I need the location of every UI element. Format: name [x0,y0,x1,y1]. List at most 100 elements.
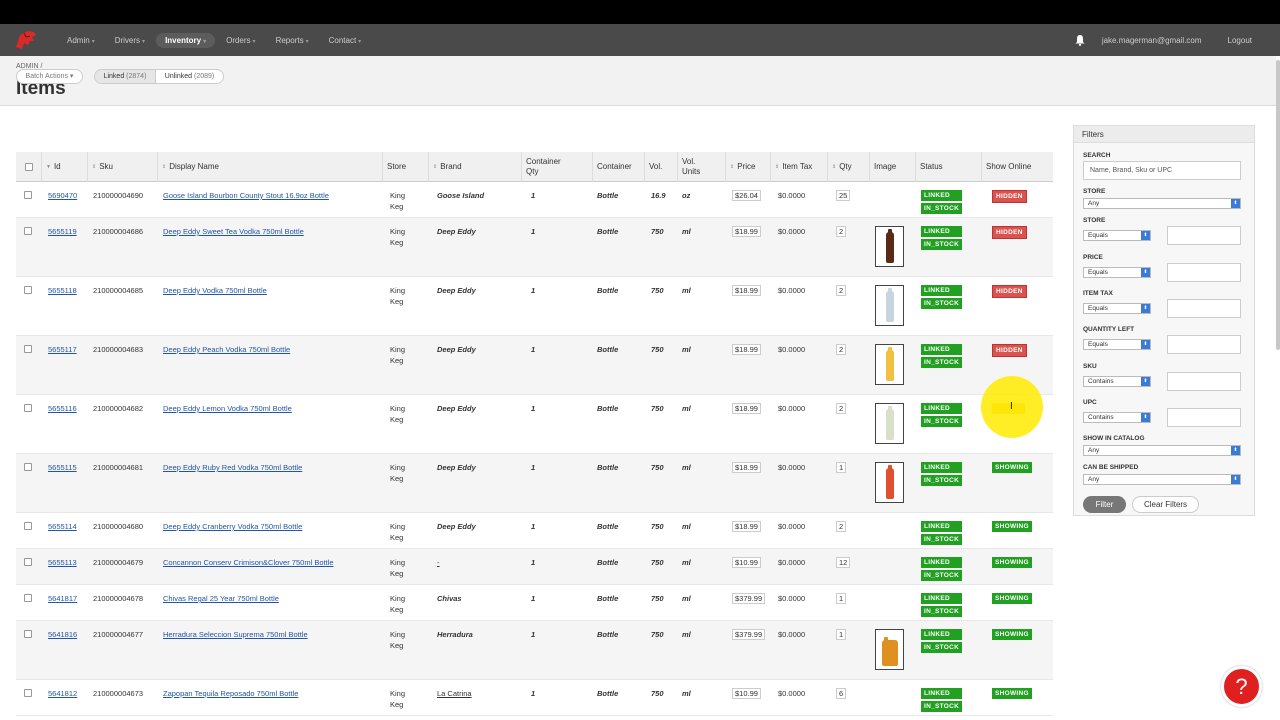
item-qty-field[interactable]: 6 [836,688,847,699]
upc-operator-select[interactable]: Contains ⬍ [1083,412,1151,423]
item-qty-field[interactable]: 2 [836,226,847,237]
quantity-value-input[interactable] [1167,335,1241,354]
col-status[interactable]: Status [916,152,982,182]
col-vol-units[interactable]: Vol. Units [678,152,726,182]
item-name-link[interactable]: Deep Eddy Peach Vodka 750ml Bottle [163,345,290,354]
item-price-field[interactable]: $18.99 [732,403,761,414]
item-id-link[interactable]: 5655117 [48,345,77,354]
row-checkbox[interactable] [24,191,32,199]
nav-admin[interactable]: Admin ▾ [58,33,104,48]
col-vol[interactable]: Vol. [645,152,678,182]
clear-filters-button[interactable]: Clear Filters [1132,496,1199,513]
tab-unlinked[interactable]: Unlinked (2089) [155,69,224,84]
item-name-link[interactable]: Chivas Regal 25 Year 750ml Bottle [163,594,279,603]
item-price-field[interactable]: $18.99 [732,285,761,296]
brand-logo-icon[interactable] [14,29,38,51]
row-checkbox[interactable] [24,227,32,235]
item-name-link[interactable]: Deep Eddy Sweet Tea Vodka 750ml Bottle [163,227,304,236]
product-thumbnail[interactable] [875,403,904,444]
item-qty-field[interactable]: 2 [836,403,847,414]
item-tax-value-input[interactable] [1167,299,1241,318]
online-badge-showing[interactable]: SHOWING [992,688,1032,699]
status-badge-linked[interactable]: LINKED [921,593,963,604]
col-show-online[interactable]: Show Online [982,152,1053,182]
store-value-input[interactable] [1167,226,1241,245]
status-badge-linked[interactable]: LINKED [921,629,963,640]
item-id-link[interactable]: 5655114 [48,522,77,531]
online-badge-hidden[interactable]: HIDDEN [992,190,1027,203]
item-name-link[interactable]: Deep Eddy Cranberry Vodka 750ml Bottle [163,522,302,531]
item-name-link[interactable]: Deep Eddy Vodka 750ml Bottle [163,286,267,295]
product-thumbnail[interactable] [875,462,904,503]
quantity-operator-select[interactable]: Equals ⬍ [1083,339,1151,350]
item-qty-field[interactable]: 2 [836,521,847,532]
online-badge-showing[interactable]: SHOWING [992,629,1032,640]
col-container-qty[interactable]: Container Qty [522,152,593,182]
col-display-name[interactable]: ⇕ Display Name [158,152,383,182]
col-sku[interactable]: ⇕ Sku [88,152,158,182]
status-badge-linked[interactable]: LINKED [921,190,963,201]
status-badge-in-stock[interactable]: IN_STOCK [921,357,963,368]
online-badge-showing[interactable]: SHOWING [992,557,1032,568]
row-checkbox[interactable] [24,630,32,638]
filter-button[interactable]: Filter [1083,496,1126,513]
status-badge-in-stock[interactable]: IN_STOCK [921,701,963,712]
nav-contact[interactable]: Contact ▾ [320,33,371,48]
can-be-shipped-select[interactable]: Any ⬍ [1083,474,1241,485]
online-badge-showing[interactable]: SHOWING [992,462,1032,473]
status-badge-in-stock[interactable]: IN_STOCK [921,416,963,427]
logout-link[interactable]: Logout [1228,36,1252,45]
item-price-field[interactable]: $26.04 [732,190,761,201]
item-id-link[interactable]: 5655119 [48,227,77,236]
nav-orders[interactable]: Orders ▾ [217,33,264,48]
item-id-link[interactable]: 5655116 [48,404,77,413]
col-price[interactable]: ⇕ Price [726,152,771,182]
status-badge-linked[interactable]: LINKED [921,344,963,355]
select-all-checkbox[interactable] [24,163,33,171]
row-checkbox[interactable] [24,345,32,353]
user-email-link[interactable]: jake.magerman@gmail.com [1102,36,1202,45]
item-name-link[interactable]: Goose Island Bourbon County Stout 16.9oz… [163,191,329,200]
page-scrollbar-thumb[interactable] [1276,60,1280,350]
item-id-link[interactable]: 5641816 [48,630,77,639]
online-badge-hidden[interactable]: HIDDEN [992,226,1027,239]
item-id-link[interactable]: 5641812 [48,689,77,698]
tab-linked[interactable]: Linked (2874) [94,69,156,84]
status-badge-in-stock[interactable]: IN_STOCK [921,606,963,617]
item-qty-field[interactable]: 12 [836,557,851,568]
item-tax-operator-select[interactable]: Equals ⬍ [1083,303,1151,314]
status-badge-in-stock[interactable]: IN_STOCK [921,642,963,653]
col-id[interactable]: ▼ Id [42,152,88,182]
col-brand[interactable]: ⇕ Brand [429,152,522,182]
item-price-field[interactable]: $18.99 [732,344,761,355]
online-badge-showing[interactable]: SHOWING [992,521,1032,532]
help-button[interactable]: ? [1221,666,1262,707]
status-badge-linked[interactable]: LINKED [921,557,963,568]
status-badge-in-stock[interactable]: IN_STOCK [921,475,963,486]
store-select[interactable]: Any ⬍ [1083,198,1241,209]
row-checkbox[interactable] [24,404,32,412]
upc-value-input[interactable] [1167,408,1241,427]
online-badge-hidden[interactable]: HIDDEN [992,285,1027,298]
item-id-link[interactable]: 5655118 [48,286,77,295]
item-id-link[interactable]: 5641817 [48,594,77,603]
item-price-field[interactable]: $18.99 [732,462,761,473]
row-checkbox[interactable] [24,286,32,294]
product-thumbnail[interactable] [875,629,904,670]
item-qty-field[interactable]: 1 [836,629,847,640]
status-badge-in-stock[interactable]: IN_STOCK [921,570,963,581]
product-thumbnail[interactable] [875,344,904,385]
item-price-field[interactable]: $18.99 [732,226,761,237]
show-in-catalog-select[interactable]: Any ⬍ [1083,445,1241,456]
product-thumbnail[interactable] [875,285,904,326]
online-badge-hidden[interactable]: HIDDEN [992,344,1027,357]
item-price-field[interactable]: $10.99 [732,688,761,699]
item-name-link[interactable]: Zapopan Tequila Reposado 750ml Bottle [163,689,298,698]
status-badge-linked[interactable]: LINKED [921,462,963,473]
nav-reports[interactable]: Reports ▾ [267,33,318,48]
status-badge-linked[interactable]: LINKED [921,226,963,237]
status-badge-in-stock[interactable]: IN_STOCK [921,239,963,250]
col-store[interactable]: Store [383,152,429,182]
item-name-link[interactable]: Herradura Seleccion Suprema 750ml Bottle [163,630,308,639]
item-id-link[interactable]: 5655115 [48,463,77,472]
